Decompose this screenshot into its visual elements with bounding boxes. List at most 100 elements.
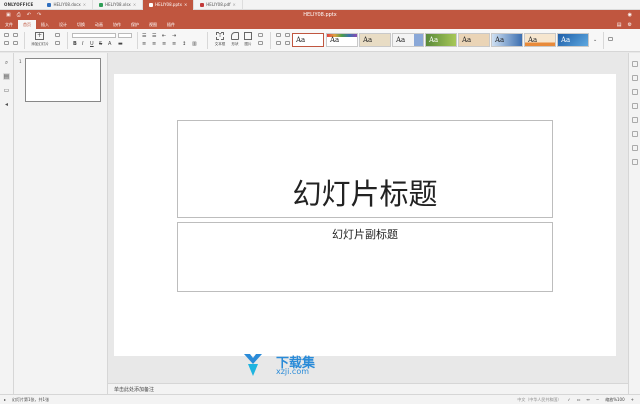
zoom-out-icon[interactable]: − xyxy=(596,397,599,402)
table-settings-icon[interactable] xyxy=(632,117,638,123)
theme-office[interactable]: Aa xyxy=(392,33,424,47)
bold-button[interactable]: B xyxy=(73,41,77,47)
arrange-icon[interactable] xyxy=(276,33,281,37)
layout-icon[interactable] xyxy=(55,33,60,37)
bullet-list-icon[interactable]: ☰ xyxy=(142,33,146,39)
theme-dark-blue[interactable]: Aa xyxy=(491,33,523,47)
cut-icon[interactable] xyxy=(13,33,18,37)
file-tab-pdf[interactable]: HELIY08.pdf × xyxy=(194,0,243,10)
zoom-level: 缩放%100 xyxy=(605,396,625,402)
italic-button[interactable]: I xyxy=(82,41,83,47)
menu-plugins[interactable]: 插件 xyxy=(162,20,180,29)
close-icon[interactable]: × xyxy=(83,2,86,7)
menu-home[interactable]: 首页 xyxy=(18,20,36,29)
table-icon[interactable] xyxy=(258,33,263,37)
justify-icon[interactable]: ≡ xyxy=(172,41,176,47)
menu-view[interactable]: 视图 xyxy=(144,20,162,29)
theme-more-chevron-icon[interactable]: ⌄ xyxy=(593,37,597,43)
settings-icon[interactable]: ⚙ xyxy=(628,22,632,28)
theme-sample: Aa xyxy=(528,36,538,44)
text-box-button[interactable]: T 文本框 xyxy=(212,31,228,50)
file-tab-label: HELIY08.docx xyxy=(53,2,81,7)
thumbnail-number: 1 xyxy=(19,59,22,64)
search-icon[interactable]: ⌕ xyxy=(3,59,10,66)
file-tab-xlsx[interactable]: HELIY08.xlsx × xyxy=(93,0,144,10)
fit-slide-icon[interactable]: ▭ xyxy=(577,397,581,402)
file-tab-label: HELIY08.pptx xyxy=(155,2,182,7)
textart-settings-icon[interactable] xyxy=(632,145,638,151)
add-slide-button[interactable]: + 添加幻灯片 xyxy=(30,31,50,50)
image-button[interactable]: 图片 xyxy=(242,31,254,50)
fit-width-icon[interactable]: ↔ xyxy=(586,397,589,402)
theme-cyan[interactable]: Aa xyxy=(557,33,589,47)
image-settings-icon[interactable] xyxy=(632,89,638,95)
theme-blank[interactable]: Aa xyxy=(292,33,324,47)
align-left-icon[interactable]: ≡ xyxy=(142,41,146,47)
strikethrough-button[interactable]: S xyxy=(99,41,102,47)
zoom-in-icon[interactable]: + xyxy=(631,397,634,402)
language-indicator[interactable]: 中文（中华人民共和国） xyxy=(517,397,561,403)
theme-sample: Aa xyxy=(363,36,373,44)
copy-icon[interactable] xyxy=(4,33,9,37)
close-icon[interactable]: × xyxy=(233,2,236,7)
menu-design[interactable]: 设计 xyxy=(54,20,72,29)
slide-subtitle: 幻灯片副标题 xyxy=(332,228,398,241)
close-icon[interactable]: × xyxy=(133,2,136,7)
slide-thumbnail[interactable] xyxy=(25,58,101,102)
menu-animation[interactable]: 动画 xyxy=(90,20,108,29)
slide-settings-icon[interactable] xyxy=(632,61,638,67)
align-center-icon[interactable]: ≡ xyxy=(152,41,156,47)
paragraph-settings-icon[interactable] xyxy=(632,103,638,109)
menu-protection[interactable]: 保护 xyxy=(126,20,144,29)
feedback-icon[interactable]: ◂ xyxy=(3,101,10,108)
decrease-indent-icon[interactable]: ⇤ xyxy=(162,33,166,39)
notes-placeholder: 单击此处添加备注 xyxy=(114,387,155,393)
menu-file[interactable]: 文件 xyxy=(0,20,18,29)
font-size-select[interactable] xyxy=(118,33,132,38)
slides-icon[interactable]: ▤ xyxy=(3,73,10,80)
highlight-icon[interactable]: ▬ xyxy=(118,41,123,47)
theme-orange[interactable]: Aa xyxy=(524,33,556,47)
chart-icon[interactable] xyxy=(258,41,263,45)
font-family-select[interactable] xyxy=(72,33,116,38)
change-layout-icon[interactable] xyxy=(285,41,290,45)
theme-warm[interactable]: Aa xyxy=(458,33,490,47)
increase-indent-icon[interactable]: ⇥ xyxy=(172,33,176,39)
theme-green[interactable]: Aa xyxy=(425,33,457,47)
theme-beige[interactable]: Aa xyxy=(359,33,391,47)
comments-icon[interactable]: ▭ xyxy=(3,87,10,94)
slide[interactable]: 幻灯片标题 幻灯片副标题 xyxy=(114,74,616,356)
shape-button[interactable]: 形状 xyxy=(229,31,241,50)
chart-settings-icon[interactable] xyxy=(632,131,638,137)
numbered-list-icon[interactable]: ☰ xyxy=(152,33,156,39)
subtitle-placeholder[interactable]: 幻灯片副标题 xyxy=(177,222,553,292)
menu-collaboration[interactable]: 协作 xyxy=(108,20,126,29)
spellcheck-icon[interactable]: ✓ xyxy=(567,397,570,402)
columns-icon[interactable]: ▥ xyxy=(192,41,197,47)
file-tab-docx[interactable]: HELIY08.docx × xyxy=(41,0,94,10)
add-slide-icon: + xyxy=(35,32,44,40)
text-box-icon: T xyxy=(216,32,224,40)
signature-settings-icon[interactable] xyxy=(632,159,638,165)
paste-icon[interactable] xyxy=(4,41,9,45)
title-placeholder[interactable]: 幻灯片标题 xyxy=(177,120,553,218)
status-right: 中文（中华人民共和国） ✓ ▭ ↔ − 缩放%100 + xyxy=(517,397,640,403)
menu-insert[interactable]: 插入 xyxy=(36,20,54,29)
font-color-icon[interactable]: A xyxy=(108,41,111,47)
line-spacing-icon[interactable]: ↕ xyxy=(182,41,186,47)
menu-transitions[interactable]: 切换 xyxy=(72,20,90,29)
group-icon[interactable] xyxy=(285,33,290,37)
align-objects-icon[interactable] xyxy=(276,41,281,45)
select-all-icon[interactable] xyxy=(13,41,18,45)
shape-settings-icon[interactable] xyxy=(632,75,638,81)
file-tab-pptx[interactable]: HELIY08.pptx × xyxy=(143,0,195,10)
duplicate-slide-icon[interactable] xyxy=(55,41,60,45)
pdf-icon xyxy=(200,2,205,7)
close-icon[interactable]: × xyxy=(184,2,187,7)
notes-area[interactable]: 单击此处添加备注 xyxy=(108,383,628,394)
align-right-icon[interactable]: ≡ xyxy=(162,41,166,47)
theme-colorful[interactable]: Aa xyxy=(326,33,358,47)
toolbar-view-icon[interactable] xyxy=(608,37,613,41)
open-location-icon[interactable]: ▤ xyxy=(617,22,622,28)
underline-button[interactable]: U xyxy=(90,41,94,47)
